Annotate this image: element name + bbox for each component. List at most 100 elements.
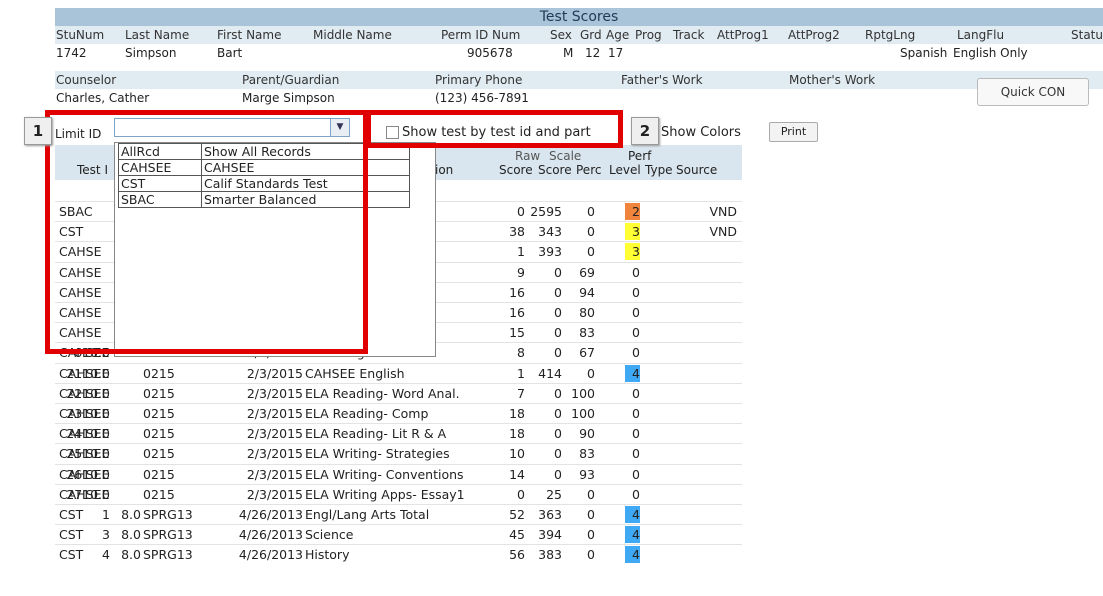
col-raw-top: Raw (515, 149, 541, 163)
table-row: CST 4 8.0 SPRG13 4/26/2013 History 56 383 0 4 (55, 544, 742, 564)
val-grd: 12 (585, 46, 601, 60)
cell-perc: 90 (579, 426, 595, 442)
cell-raw: 10 (509, 446, 525, 462)
callout-badge-2: 2 (631, 117, 659, 145)
val-langflu: English Only (953, 46, 1028, 60)
cell-level: 2 (632, 204, 640, 219)
hdr-age: Age (606, 28, 630, 42)
cell-level: 4 (632, 547, 640, 563)
cell-part: 1 (102, 507, 110, 522)
hdr-status: Statu (1071, 28, 1103, 42)
val-age: 17 (608, 46, 624, 60)
hdr-fatherwork: Father's Work (621, 73, 703, 87)
val-parent: Marge Simpson (242, 91, 335, 105)
cell-admin: SPRG13 (143, 527, 193, 543)
cell-scale: 394 (538, 527, 562, 543)
cell-raw: 1 (517, 365, 525, 381)
cell-desc: CAHSEE English (305, 365, 405, 381)
cell-perc: 100 (571, 385, 595, 401)
cell-perc: 100 (571, 406, 595, 421)
cell-raw: 18 (509, 426, 525, 442)
col-description: ion (435, 163, 454, 177)
cell-date: 2/3/2015 (246, 426, 303, 442)
cell-admin: 0215 (143, 446, 175, 462)
cell-source: VND (709, 224, 737, 240)
cell-raw: 9 (517, 264, 525, 280)
cell-part: 2410.0 (66, 426, 110, 442)
cell-level: 0 (632, 446, 640, 462)
cell-perc: 0 (587, 547, 595, 563)
table-row: CAHSEE 2110.0 0215 2/3/2015 CAHSEE English 1 4… (55, 362, 742, 383)
hdr-middlename: Middle Name (313, 28, 392, 42)
cell-raw: 38 (509, 224, 525, 240)
cell-date: 4/26/2013 (238, 547, 303, 563)
callout-box-1 (45, 110, 368, 354)
cell-raw: 0 (517, 486, 525, 502)
val-permid: 905678 (467, 46, 513, 60)
col-perf-top: Perf (628, 149, 652, 163)
val-stunum: 1742 (56, 46, 87, 60)
cell-desc: ELA Reading- Lit R & A (305, 426, 447, 442)
cell-level: 0 (632, 305, 640, 320)
cell-perc: 83 (579, 325, 595, 341)
cell-date: 4/26/2013 (238, 527, 303, 543)
hdr-stunum: StuNum (56, 28, 105, 42)
cell-scale: 0 (554, 426, 562, 442)
table-row: CAHSEE 2510.0 0215 2/3/2015 ELA Writing- Str… (55, 443, 742, 463)
cell-perc: 93 (579, 466, 595, 482)
cell-raw: 7 (517, 385, 525, 401)
table-row: CAHSEE 2310.0 0215 2/3/2015 ELA Reading- Com… (55, 403, 742, 423)
hdr-parent: Parent/Guardian (242, 73, 340, 87)
cell-part: 2110.0 (66, 365, 110, 381)
val-counselor: Charles, Cather (56, 91, 150, 105)
cell-admin: 0215 (143, 406, 175, 421)
cell-perc: 0 (587, 486, 595, 502)
hdr-rptglng: RptgLng (865, 28, 916, 42)
cell-scale: 383 (538, 547, 562, 563)
hdr-phone: Primary Phone (435, 73, 523, 87)
cell-part: 3 (102, 527, 110, 543)
hdr-langflu: LangFlu (957, 28, 1005, 42)
cell-part: 2610.0 (66, 466, 110, 482)
cell-perc: 0 (587, 224, 595, 240)
cell-raw: 52 (509, 507, 525, 522)
cell-desc: ELA Writing Apps- Essay1 (305, 486, 465, 502)
cell-raw: 56 (509, 547, 525, 563)
cell-test: CST (59, 547, 84, 563)
cell-raw: 16 (509, 284, 525, 300)
cell-level: 4 (632, 507, 640, 522)
cell-scale: 0 (554, 284, 562, 300)
hdr-permid: Perm ID Num (441, 28, 521, 42)
col-raw: Score (499, 163, 533, 177)
cell-admin: 0215 (143, 385, 175, 401)
cell-admin: 0215 (143, 466, 175, 482)
cell-part: 2310.0 (66, 406, 110, 421)
val-phone: (123) 456-7891 (435, 91, 529, 105)
cell-desc: Engl/Lang Arts Total (305, 507, 430, 522)
cell-scale: 0 (554, 446, 562, 462)
cell-level: 0 (632, 264, 640, 280)
cell-raw: 14 (509, 466, 525, 482)
cell-date: 2/3/2015 (246, 446, 303, 462)
cell-date: 2/3/2015 (246, 466, 303, 482)
print-button[interactable]: Print (769, 122, 818, 142)
table-row: CAHSEE 2610.0 0215 2/3/2015 ELA Writing- Con… (55, 463, 742, 484)
col-level: Level (609, 163, 641, 177)
hdr-motherwork: Mother's Work (789, 73, 876, 87)
cell-scale: 343 (538, 224, 562, 240)
cell-scale: 0 (554, 406, 562, 421)
cell-part: 2710.0 (66, 486, 110, 502)
cell-admin: SPRG13 (143, 507, 193, 522)
quick-con-button[interactable]: Quick CON (977, 78, 1089, 106)
cell-perc: 69 (579, 264, 595, 280)
cell-part: 2210.0 (66, 385, 110, 401)
cell-perc: 67 (579, 345, 595, 361)
cell-desc: ELA Writing- Conventions (305, 466, 464, 482)
table-row: CST 1 8.0 SPRG13 4/26/2013 Engl/Lang Arts Tot… (55, 504, 742, 524)
cell-raw: 15 (509, 325, 525, 341)
cell-scale: 363 (538, 507, 562, 522)
cell-raw: 0 (517, 204, 525, 219)
contact-info-row: Charles, Cather Marge Simpson (123) 456-… (55, 89, 1103, 107)
table-row: CAHSEE 2410.0 0215 2/3/2015 ELA Reading- Lit… (55, 423, 742, 443)
cell-scale: 0 (554, 325, 562, 341)
